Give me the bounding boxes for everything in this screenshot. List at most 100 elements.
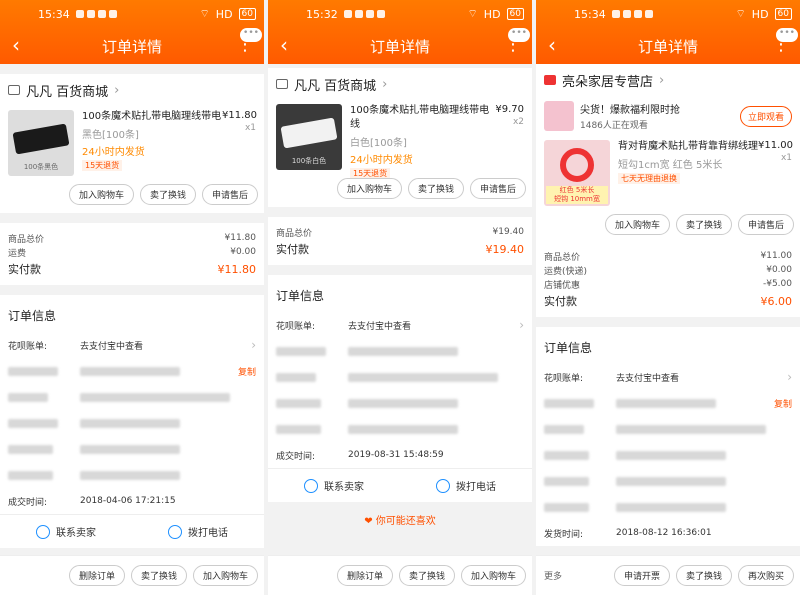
- after-sales-button[interactable]: 申请售后: [737, 214, 794, 235]
- resell-button[interactable]: 卖了换钱: [675, 214, 732, 235]
- promo-viewers: 1486人正在观看: [580, 121, 648, 131]
- nav-row: ‹ 订单详情 ⋮: [0, 28, 264, 64]
- shop-icon: [276, 79, 288, 89]
- after-sales-button[interactable]: 申请售后: [469, 178, 526, 199]
- product-thumbnail[interactable]: 100条黑色: [8, 110, 74, 176]
- status-right: ⌔ HD 60: [467, 7, 524, 21]
- shop-header[interactable]: 凡凡 百货商城 ›: [0, 74, 264, 106]
- deal-time-value: 2019-08-31 15:48:59: [348, 450, 444, 460]
- chevron-right-icon: ›: [382, 76, 388, 92]
- huabei-row[interactable]: 花呗账单: 去支付宝中查看 ›: [268, 312, 532, 338]
- more-link[interactable]: 更多: [544, 569, 562, 582]
- menu-pill-icon[interactable]: •••: [776, 28, 798, 42]
- deal-time-label: 成交时间:: [8, 497, 48, 508]
- sum-value: ¥19.40: [492, 227, 525, 237]
- product-price: ¥11.80: [222, 110, 257, 121]
- call-button[interactable]: 拨打电话: [132, 524, 264, 539]
- status-right: ⌔ HD 60: [199, 7, 256, 21]
- order-info: 订单信息 花呗账单: 去支付宝中查看 › 复制 成交时间: 2018-04-06…: [0, 295, 264, 548]
- info-row: [268, 338, 532, 364]
- back-arrow-icon[interactable]: ‹: [548, 34, 556, 56]
- order-item-card: 亮朵家居专营店 › 尖货！爆款福利限时抢 1486人正在观看 立即观看 红色 5…: [536, 64, 800, 243]
- deal-time-row: 成交时间: 2018-04-06 17:21:15: [0, 488, 264, 514]
- huabei-row[interactable]: 花呗账单: 去支付宝中查看 ›: [0, 332, 264, 358]
- delete-order-button[interactable]: 删除订单: [336, 565, 393, 586]
- chat-icon: [36, 524, 50, 539]
- shop-name: 亮朵家居专营店: [562, 74, 654, 90]
- paid-label: 实付款: [8, 263, 41, 276]
- shipping-note: 24小时内发货: [350, 155, 413, 166]
- contact-seller-button[interactable]: 联系卖家: [0, 524, 132, 539]
- resell-button[interactable]: 卖了换钱: [675, 565, 732, 586]
- product-thumbnail[interactable]: 100条白色: [276, 104, 342, 170]
- bottom-action-bar: 更多 申请开票 卖了换钱 再次购买: [536, 555, 800, 595]
- add-to-cart-button[interactable]: 加入购物车: [604, 214, 670, 235]
- ship-time-value: 2018-08-12 16:36:01: [616, 528, 712, 538]
- request-invoice-button[interactable]: 申请开票: [613, 565, 670, 586]
- resell-button[interactable]: 卖了换钱: [139, 184, 196, 205]
- product-thumbnail[interactable]: 红色 5米长 短钩 10mm宽: [544, 140, 610, 206]
- sum-value: ¥11.80: [224, 233, 257, 243]
- info-row: [268, 416, 532, 442]
- sum-label: 运费: [8, 248, 27, 259]
- shop-icon: [8, 85, 20, 95]
- info-row: [0, 384, 264, 410]
- order-panel-1: 15:34 ⌔ HD 60 ‹ 订单详情 ⋮ ••• 凡凡 百货商城 › 100…: [0, 0, 264, 595]
- huabei-row[interactable]: 花呗账单: 去支付宝中查看 ›: [536, 364, 800, 390]
- product-info: 100条魔术贴扎带电脑理线带电 黑色[100条] 24小时内发货 15天退货: [74, 110, 222, 184]
- product-sku: 白色[100条]: [350, 138, 407, 149]
- shop-header[interactable]: 亮朵家居专营店 ›: [536, 64, 800, 96]
- huabei-label: 花呗账单:: [544, 373, 584, 384]
- add-to-cart-button[interactable]: 加入购物车: [460, 565, 526, 586]
- velcro-strap-image: [12, 123, 70, 155]
- delete-order-button[interactable]: 删除订单: [68, 565, 125, 586]
- add-to-cart-button[interactable]: 加入购物车: [68, 184, 134, 205]
- resell-button[interactable]: 卖了换钱: [130, 565, 187, 586]
- menu-pill-icon[interactable]: •••: [240, 28, 262, 42]
- add-to-cart-button[interactable]: 加入购物车: [192, 565, 258, 586]
- menu-pill-icon[interactable]: •••: [508, 28, 530, 42]
- resell-button[interactable]: 卖了换钱: [407, 178, 464, 199]
- huabei-value: 去支付宝中查看: [616, 373, 680, 384]
- price-column: ¥9.70 x2: [490, 104, 524, 178]
- promo-thumbnail: [544, 101, 574, 131]
- paid-label: 实付款: [544, 295, 577, 308]
- price-summary: 商品总价 ¥11.00 运费(快递) ¥0.00 店铺优惠 -¥5.00 实付款 ¥6.…: [536, 243, 800, 317]
- buy-again-button[interactable]: 再次购买: [737, 565, 794, 586]
- back-arrow-icon[interactable]: ‹: [280, 34, 288, 56]
- paid-value: ¥19.40: [485, 242, 525, 256]
- shop-header[interactable]: 凡凡 百货商城 ›: [268, 68, 532, 100]
- notification-icons: [611, 10, 653, 18]
- after-sales-button[interactable]: 申请售后: [201, 184, 258, 205]
- watch-now-button[interactable]: 立即观看: [739, 105, 792, 127]
- product-row[interactable]: 红色 5米长 短钩 10mm宽 背对背魔术贴扎带背靠背绑线理 短勾1cm宽 红色 …: [536, 136, 800, 214]
- product-row[interactable]: 100条黑色 100条魔术贴扎带电脑理线带电 黑色[100条] 24小时内发货 …: [0, 106, 264, 184]
- sum-label: 商品总价: [8, 234, 45, 245]
- product-row[interactable]: 100条白色 100条魔术贴扎带电脑理线带电线 白色[100条] 24小时内发货…: [268, 100, 532, 179]
- add-to-cart-button[interactable]: 加入购物车: [336, 178, 402, 199]
- resell-button[interactable]: 卖了换钱: [398, 565, 455, 586]
- shipping-note: 24小时内发货: [82, 147, 145, 158]
- store-icon: [544, 75, 556, 85]
- back-arrow-icon[interactable]: ‹: [12, 34, 20, 56]
- copy-button[interactable]: 复制: [238, 365, 256, 378]
- live-promo[interactable]: 尖货！爆款福利限时抢 1486人正在观看 立即观看: [536, 96, 800, 136]
- call-button[interactable]: 拨打电话: [400, 478, 532, 493]
- sum-value: ¥0.00: [230, 247, 256, 257]
- order-number-row: 复制: [0, 358, 264, 384]
- order-item-card: 凡凡 百货商城 › 100条黑色 100条魔术贴扎带电脑理线带电 黑色[100条…: [0, 74, 264, 213]
- battery-icon: 60: [238, 8, 256, 20]
- deal-time-label: 成交时间:: [276, 451, 316, 462]
- chevron-right-icon: ›: [787, 370, 792, 384]
- notification-icons: [343, 10, 385, 18]
- status-bar: 15:34 ⌔ HD 60: [536, 0, 800, 28]
- copy-button[interactable]: 复制: [774, 397, 792, 410]
- price-column: ¥11.00 x1: [758, 140, 793, 214]
- network-label: HD: [483, 7, 501, 21]
- info-row: [268, 390, 532, 416]
- product-name: 100条魔术贴扎带电脑理线带电线: [350, 105, 490, 130]
- price-column: ¥11.80 x1: [222, 110, 257, 184]
- contact-seller-button[interactable]: 联系卖家: [268, 478, 400, 493]
- huabei-value: 去支付宝中查看: [80, 341, 144, 352]
- contact-row: 联系卖家 拨打电话: [0, 514, 264, 548]
